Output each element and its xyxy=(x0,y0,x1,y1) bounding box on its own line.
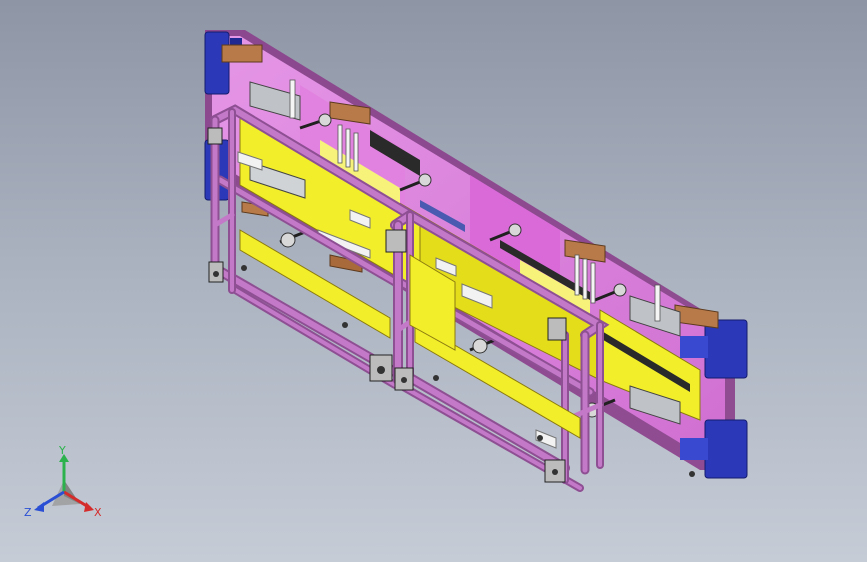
y-axis-label: Y xyxy=(58,446,66,457)
x-axis-label: X xyxy=(94,506,102,519)
z-axis-label: Z xyxy=(24,506,32,519)
clamp-top-left xyxy=(204,31,230,95)
cad-viewport[interactable]: Y X Z xyxy=(0,0,867,562)
clamp-right-bottom xyxy=(704,419,748,479)
axis-triad-icon: Y X Z xyxy=(24,446,102,519)
clamp-right-top xyxy=(704,319,748,379)
machine-assembly-model[interactable] xyxy=(0,0,867,562)
